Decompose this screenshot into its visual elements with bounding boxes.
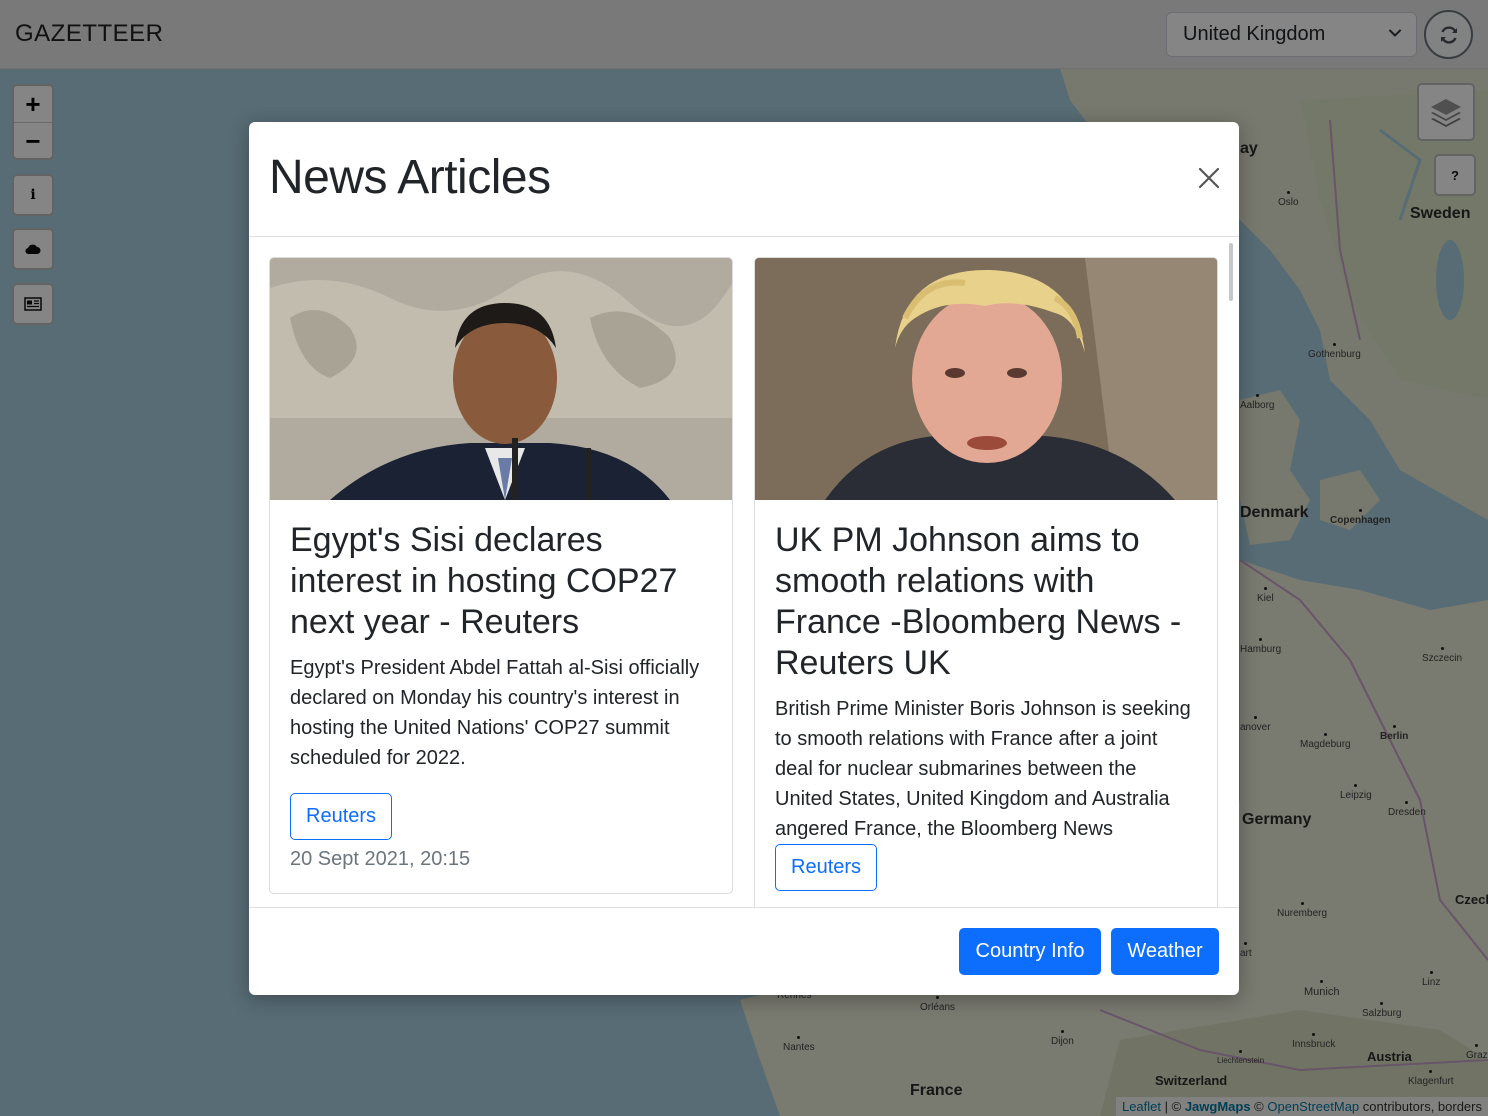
country-info-button[interactable]: Country Info: [959, 928, 1101, 975]
news-description: British Prime Minister Boris Johnson is …: [775, 698, 1191, 840]
news-card-body: UK PM Johnson aims to smooth relations w…: [755, 500, 1217, 891]
close-icon: [1198, 167, 1220, 189]
news-card: Egypt's Sisi declares interest in hostin…: [269, 257, 733, 894]
modal-header: News Articles: [249, 122, 1239, 237]
news-card-body: Egypt's Sisi declares interest in hostin…: [270, 500, 732, 871]
close-button[interactable]: [1193, 162, 1225, 194]
modal-title: News Articles: [269, 151, 551, 204]
modal-body[interactable]: Egypt's Sisi declares interest in hostin…: [249, 237, 1239, 907]
news-image[interactable]: [270, 258, 732, 500]
weather-button[interactable]: Weather: [1111, 928, 1219, 975]
news-modal: News Articles Egypt's Sisi declares inte…: [249, 122, 1239, 995]
news-title: Egypt's Sisi declares interest in hostin…: [290, 521, 678, 641]
news-source-button[interactable]: Reuters: [775, 844, 878, 891]
news-date: 20 Sept 2021, 20:15: [290, 848, 471, 870]
news-title: UK PM Johnson aims to smooth relations w…: [775, 521, 1182, 682]
modal-footer: Country Info Weather: [249, 907, 1239, 995]
news-source-button[interactable]: Reuters: [290, 793, 393, 840]
modal-scrollbar[interactable]: [1229, 243, 1233, 301]
news-card: UK PM Johnson aims to smooth relations w…: [754, 257, 1218, 907]
news-image[interactable]: [755, 258, 1217, 500]
news-description: Egypt's President Abdel Fattah al-Sisi o…: [290, 657, 700, 769]
